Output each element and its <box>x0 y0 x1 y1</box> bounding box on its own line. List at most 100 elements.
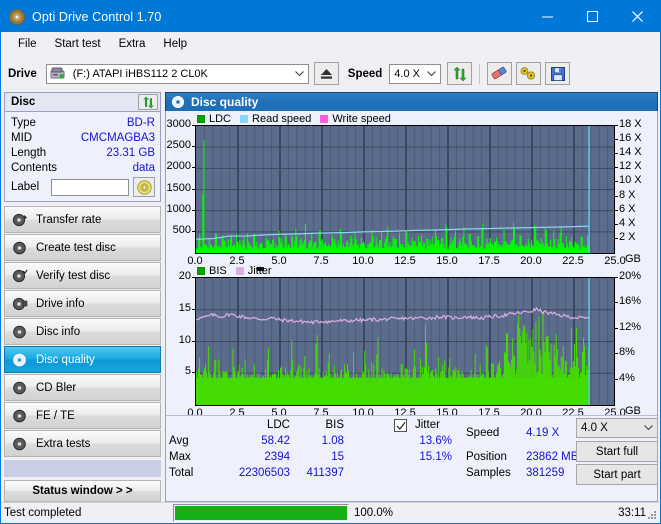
y2-axis-tick <box>615 223 618 225</box>
toolbar: Drive (F:) ATAPI iHBS112 2 CL0K Speed 4.… <box>1 55 660 92</box>
disc-check-icon <box>12 268 28 284</box>
y2-axis-tick <box>615 139 618 141</box>
sidebar-item-verify-test-disc[interactable]: Verify test disc <box>4 262 161 289</box>
disc-quality-bis-chart[interactable]: BIS Jitter 20 15 10 5 20% 16% 12% 8% 4% 0.0 2.5 5.0 7… <box>166 263 657 419</box>
menu-bar: File Start test Extra Help <box>1 32 660 55</box>
chevron-down-icon <box>291 70 308 77</box>
chevron-down-icon <box>423 70 440 77</box>
disc-info-box: Type BD-R MID CMCMAGBA3 Length 23.31 GB … <box>4 111 161 202</box>
sidebar-item-fe-te[interactable]: FE / TE <box>4 402 161 429</box>
chart-container: LDC Read speed Write speed 3000 2500 2000 150… <box>165 111 658 502</box>
stats-bis-max: 15 <box>331 451 344 463</box>
y2-axis-tick <box>615 277 618 278</box>
plot-svg <box>196 278 614 405</box>
y-axis-tick <box>192 125 195 126</box>
disc-quality-ldc-chart[interactable]: LDC Read speed Write speed 3000 2500 2000 150… <box>166 111 657 267</box>
sidebar-item-drive-info[interactable]: Drive info <box>4 290 161 317</box>
save-button[interactable] <box>545 62 571 85</box>
y-axis-tick <box>192 308 195 310</box>
stats-bis-total: 411397 <box>306 467 344 479</box>
disc-label-browse-button[interactable] <box>133 177 155 197</box>
refresh-button[interactable] <box>447 62 473 85</box>
resize-grip-icon[interactable] <box>647 510 657 520</box>
stats-bis-avg: 1.08 <box>321 435 344 447</box>
stats-ldc-avg: 58.42 <box>261 435 290 447</box>
minimize-button[interactable] <box>525 1 570 32</box>
stats-jitter-max: 15.1% <box>419 451 452 463</box>
disc-row-mid: MID CMCMAGBA3 <box>11 130 155 145</box>
legend-label: BIS <box>209 265 227 277</box>
close-button[interactable] <box>615 1 660 32</box>
y2-axis-tick <box>615 195 618 197</box>
disc-type-key: Type <box>11 116 36 129</box>
progress-bar-fill <box>175 506 347 520</box>
sidebar-item-transfer-rate[interactable]: Transfer rate <box>4 206 161 233</box>
y2-axis-tick-label: 4 X <box>619 216 636 229</box>
disc-arrow-icon <box>12 212 28 228</box>
disc-label-row: Label <box>11 177 155 197</box>
disc-refresh-button[interactable] <box>138 94 158 110</box>
app-logo-icon <box>9 8 25 25</box>
sidebar-item-label: FE / TE <box>36 409 75 422</box>
legend-swatch <box>197 267 205 275</box>
sidebar-item-disc-info[interactable]: Disc info <box>4 318 161 345</box>
status-window-button[interactable]: Status window > > <box>4 480 161 502</box>
start-part-button[interactable]: Start part <box>576 464 658 485</box>
y2-axis-tick <box>615 327 618 329</box>
y2-axis-tick <box>615 153 618 155</box>
sidebar: Disc Type BD-R MID CMCMAGBA3 Length 23.3… <box>1 92 161 502</box>
y2-axis-tick-label: 14 X <box>619 146 642 159</box>
stats-position-label: Position <box>466 451 507 463</box>
stats-row-avg-label: Avg <box>169 435 189 447</box>
menu-item-file[interactable]: File <box>9 35 46 53</box>
disc-label-input[interactable] <box>51 178 129 196</box>
chevron-down-icon <box>639 425 657 431</box>
maximize-button[interactable] <box>570 1 615 32</box>
sidebar-item-create-test-disc[interactable]: Create test disc <box>4 234 161 261</box>
y-axis-tick-label: 1500 <box>166 181 191 194</box>
y-axis-tick <box>192 167 195 169</box>
ldc-plot-area[interactable] <box>195 125 615 254</box>
menu-item-help[interactable]: Help <box>154 35 196 53</box>
y2-axis-tick-label: 8% <box>619 346 635 359</box>
y-axis-tick <box>192 230 195 232</box>
drive-select[interactable]: (F:) ATAPI iHBS112 2 CL0K <box>45 63 309 84</box>
nav-list: Transfer rate Create test disc Verify te… <box>4 206 161 458</box>
main-body: Disc Type BD-R MID CMCMAGBA3 Length 23.3… <box>1 92 660 502</box>
status-message: Test completed <box>4 507 82 519</box>
eject-button[interactable] <box>313 62 339 85</box>
main-panel-header: Disc quality <box>165 92 658 111</box>
disc-bler-icon <box>12 380 28 396</box>
test-speed-select[interactable]: 4.0 X <box>576 418 658 438</box>
stats-row-total-label: Total <box>169 467 194 479</box>
bis-plot-area[interactable] <box>195 277 615 406</box>
menu-item-extra[interactable]: Extra <box>110 35 155 53</box>
main-panel-title: Disc quality <box>191 95 259 109</box>
disc-quality-icon <box>12 352 28 368</box>
y-axis-tick-label: 3000 <box>166 118 191 130</box>
start-full-button[interactable]: Start full <box>576 441 658 462</box>
y2-axis-tick <box>615 353 618 355</box>
y2-axis-tick-label: 12 X <box>619 160 642 173</box>
disc-row-contents: Contents data <box>11 160 155 175</box>
speed-label: Speed <box>347 67 383 80</box>
disc-quality-icon <box>171 95 185 109</box>
toolbar-separator <box>479 63 481 84</box>
stats-jitter-avg: 13.6% <box>419 435 452 447</box>
sidebar-item-extra-tests[interactable]: Extra tests <box>4 430 161 457</box>
y2-axis-tick-label: 16 X <box>619 132 642 145</box>
y2-axis-tick-label: 4% <box>619 371 635 384</box>
menu-item-start-test[interactable]: Start test <box>46 35 110 53</box>
sidebar-item-disc-quality[interactable]: Disc quality <box>4 346 161 373</box>
disc-panel-title: Disc <box>11 96 36 108</box>
jitter-checkbox[interactable] <box>394 419 407 432</box>
tools-button[interactable] <box>516 62 542 85</box>
sidebar-item-cd-bler[interactable]: CD Bler <box>4 374 161 401</box>
y-axis-tick-label: 500 <box>172 223 191 236</box>
status-bar: Test completed 100.0% 33:11 <box>1 502 660 523</box>
stats-col-bis: BIS <box>325 419 344 431</box>
speed-select[interactable]: 4.0 X <box>389 63 442 84</box>
sidebar-item-label: CD Bler <box>36 381 77 394</box>
erase-button[interactable] <box>487 62 513 85</box>
disc-length-value: 23.31 GB <box>106 146 155 159</box>
